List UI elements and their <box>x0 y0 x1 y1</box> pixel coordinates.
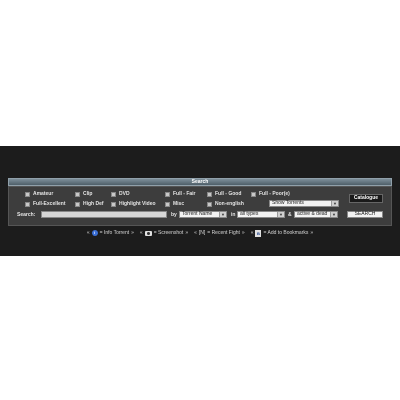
checkbox-clip[interactable]: Clip <box>75 191 92 197</box>
legend-recent-fight: « [N] = Recent Fight » <box>194 230 245 236</box>
catalogue-button[interactable]: Catalogue <box>349 194 383 203</box>
checkbox-box[interactable] <box>111 201 116 207</box>
search-panel: Amateur Clip DVD Full - Fair Full - Good… <box>8 186 392 226</box>
show-select[interactable]: Show Torrents ▼ <box>269 200 339 207</box>
amp-label: & <box>288 212 292 218</box>
checkbox-full-excellent[interactable]: Full-Excellent <box>25 201 66 207</box>
search-button[interactable]: SEARCH <box>347 211 383 218</box>
chevron-down-icon: ▼ <box>331 201 338 206</box>
chevron-down-icon: ▼ <box>277 212 284 217</box>
search-header: Search <box>8 178 392 186</box>
checkbox-highlight-video[interactable]: Highlight Video <box>111 201 156 207</box>
checkbox-box[interactable] <box>111 191 116 197</box>
checkbox-full-poor[interactable]: Full - Poor(e) <box>251 191 290 197</box>
checkbox-box[interactable] <box>207 191 212 197</box>
chevron-down-icon: ▼ <box>219 212 226 217</box>
checkbox-high-def[interactable]: High Def <box>75 201 104 207</box>
camera-icon <box>144 230 152 236</box>
checkbox-amateur[interactable]: Amateur <box>25 191 53 197</box>
checkbox-dvd[interactable]: DVD <box>111 191 130 197</box>
chevron-down-icon: ▼ <box>330 212 337 217</box>
in-label: in <box>231 212 236 218</box>
checkbox-box[interactable] <box>25 201 30 207</box>
by-label: by <box>171 212 177 218</box>
bookmark-icon: B <box>255 229 262 237</box>
new-mark: [N] <box>198 230 206 236</box>
status-select[interactable]: active & dead ▼ <box>294 211 338 218</box>
legend-screenshot: « = Screenshot » <box>139 230 189 236</box>
checkbox-misc[interactable]: Misc <box>165 201 184 207</box>
legend: « i = Info Torrent » « = Screenshot » « … <box>0 228 400 238</box>
checkbox-box[interactable] <box>25 191 30 197</box>
checkbox-box[interactable] <box>207 201 212 207</box>
checkbox-box[interactable] <box>251 191 256 197</box>
checkbox-box[interactable] <box>165 201 170 207</box>
checkbox-full-good[interactable]: Full - Good <box>207 191 241 197</box>
search-frame: Search Amateur Clip DVD Full - Fair Full… <box>0 146 400 256</box>
legend-bookmarks: « B = Add to Bookmarks » <box>250 229 314 237</box>
by-select[interactable]: Torrent Name ▼ <box>179 211 227 218</box>
info-icon: i <box>91 230 98 236</box>
checkbox-non-english[interactable]: Non-english <box>207 201 244 207</box>
checkbox-box[interactable] <box>75 201 80 207</box>
checkbox-full-fair[interactable]: Full - Fair <box>165 191 196 197</box>
in-select[interactable]: all types ▼ <box>237 211 285 218</box>
search-input[interactable] <box>41 211 167 218</box>
search-label: Search: <box>17 212 36 218</box>
legend-info: « i = Info Torrent » <box>86 230 134 236</box>
checkbox-box[interactable] <box>165 191 170 197</box>
checkbox-box[interactable] <box>75 191 80 197</box>
